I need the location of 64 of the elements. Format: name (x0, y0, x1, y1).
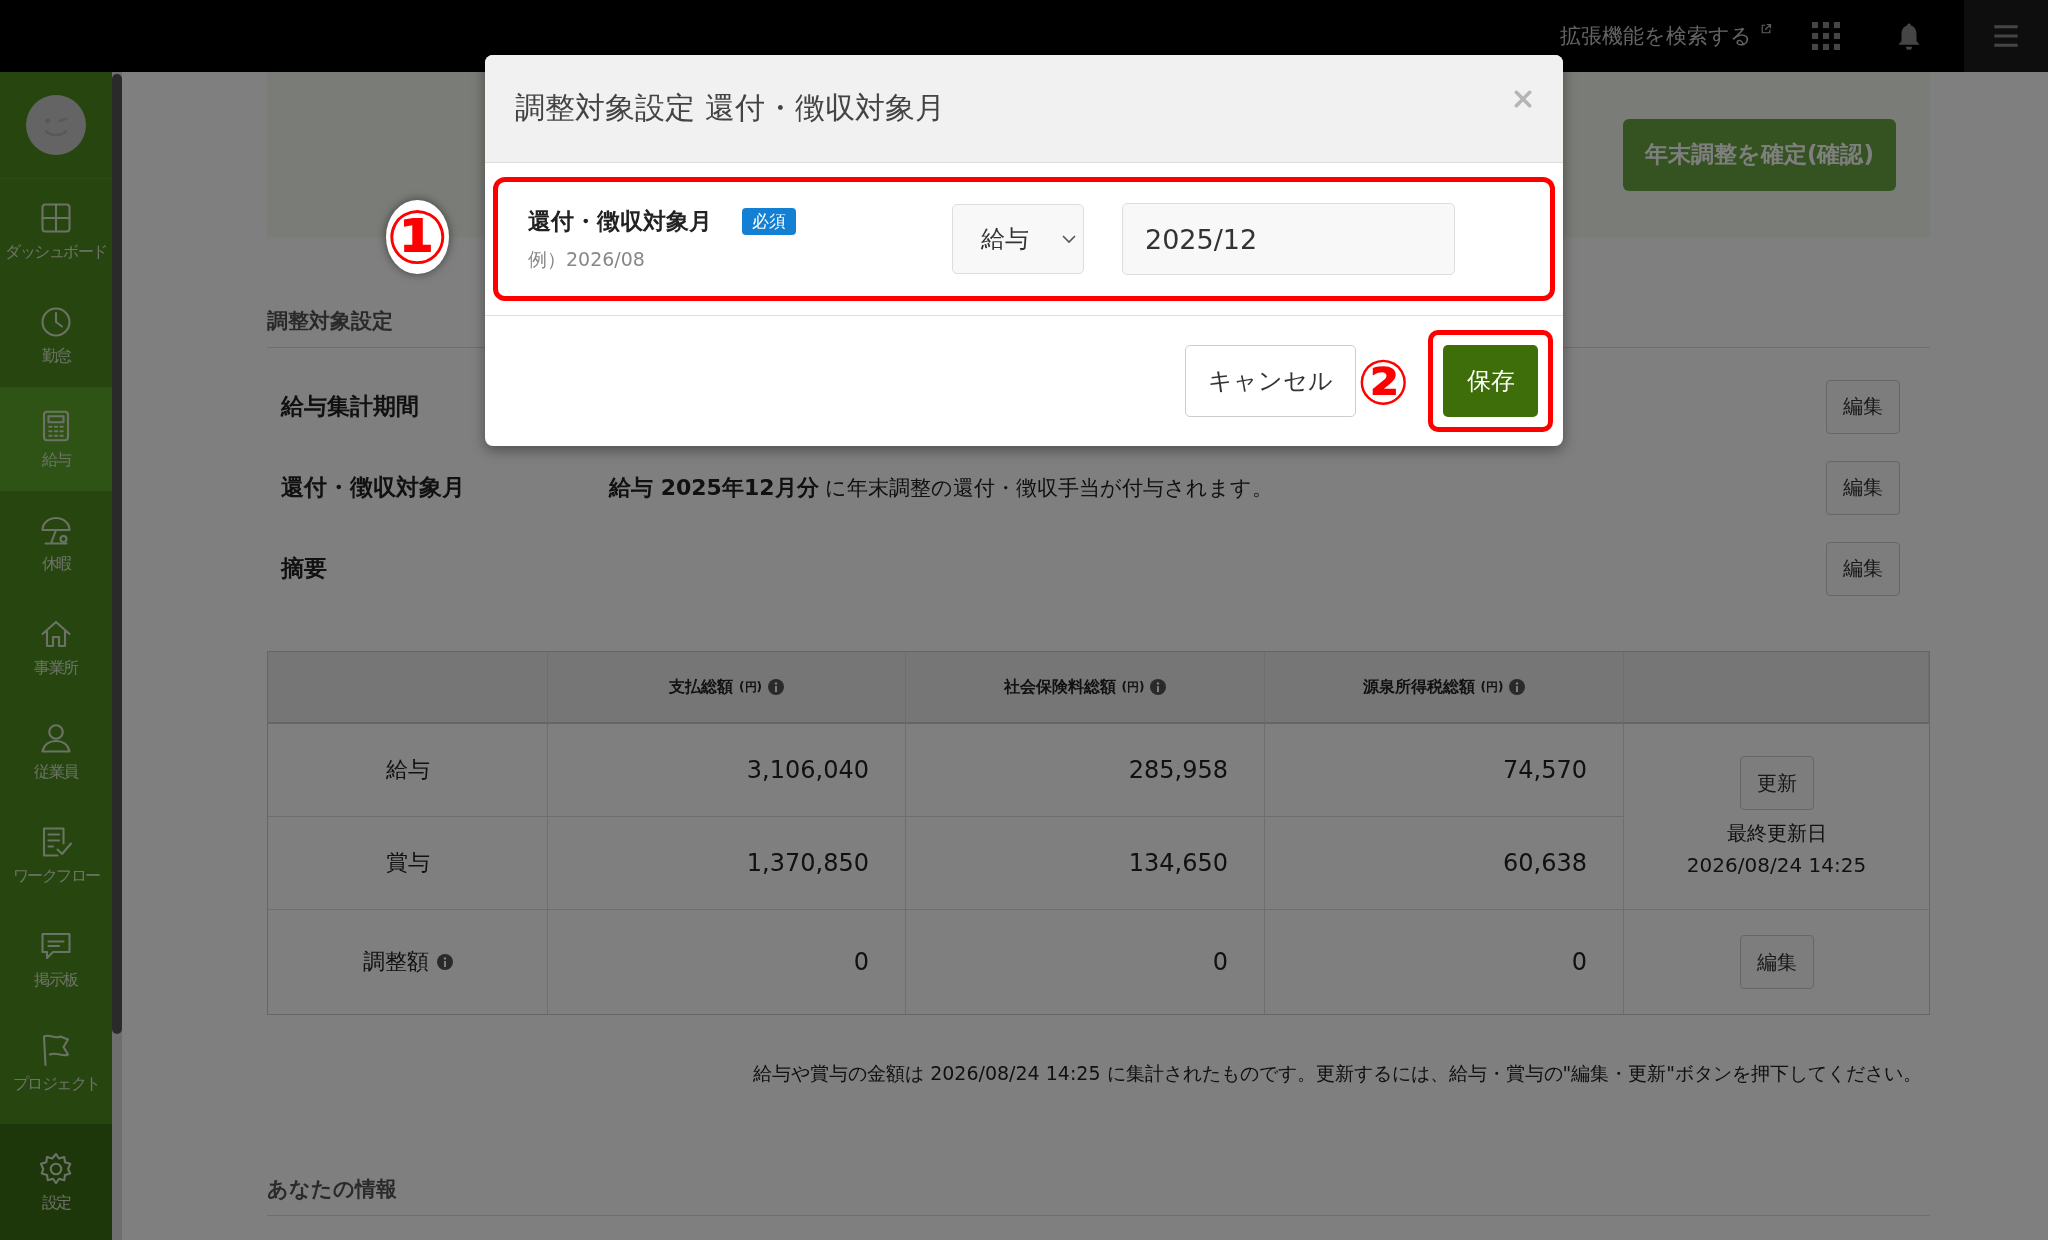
info-icon (436, 954, 453, 970)
edit-button[interactable]: 編集 (1826, 460, 1900, 515)
extension-search-link[interactable]: 拡張機能を検索する (1560, 22, 1752, 50)
edit-button[interactable]: 編集 (1826, 541, 1900, 596)
apps-grid-icon (1812, 22, 1840, 50)
row-label: 給与 (385, 756, 430, 784)
table-cell: 0 (548, 910, 906, 1014)
sidebar-item[interactable]: 休暇 (0, 491, 112, 595)
setting-label: 給与集計期間 (279, 392, 420, 421)
settings-icon (38, 1150, 74, 1187)
note-text: 給与や賞与の金額は 2026/08/24 14:25 に集計されたものです。更新するには、給与・賞与の"編集・更新"ボタンを押下してください。 (752, 1061, 1922, 1086)
modal-title: 調整対象設定 還付・徴収対象月 (515, 89, 945, 127)
table-cell: 285,958 (906, 724, 1265, 817)
column-header: 社会保険料総額 (1003, 676, 1116, 698)
sidebar-item[interactable]: プロジェクト (0, 1011, 112, 1115)
example-text: 例）2026/08 (528, 246, 646, 272)
settings-item[interactable]: 設定 (0, 1124, 112, 1240)
unit-label: (円) (739, 678, 762, 696)
sidebar-item[interactable]: 従業員 (0, 699, 112, 803)
setting-value: 給与 2025年12月分 に年末調整の還付・徴収手当が付与されます。 (609, 473, 1275, 502)
table-cell: 0 (906, 910, 1265, 1014)
cancel-button[interactable]: キャンセル (1185, 345, 1356, 417)
info-icon (1150, 679, 1167, 695)
table-cell: 3,106,040 (548, 724, 906, 817)
table-cell: 60,638 (1265, 817, 1624, 910)
column-header: 支払総額 (669, 676, 733, 698)
edit-button[interactable]: 編集 (1826, 379, 1900, 434)
scrollbar[interactable] (112, 74, 122, 1034)
setting-label: 還付・徴収対象月 (280, 473, 466, 502)
sidebar-item[interactable]: 掲示板 (0, 907, 112, 1011)
edit-button[interactable]: 編集 (1739, 935, 1814, 989)
info-icon (768, 679, 784, 695)
section-title: あなたの情報 (267, 1175, 1930, 1216)
unit-label: (円) (1121, 678, 1145, 696)
external-link-icon (1760, 23, 1772, 35)
sidebar-item[interactable]: 給与 (0, 387, 112, 491)
setting-label: 摘要 (279, 554, 328, 583)
update-button[interactable]: 更新 (1739, 756, 1814, 810)
last-updated-date: 2026/08/24 14:25 (1686, 853, 1867, 877)
table-cell: 0 (1265, 910, 1624, 1014)
field-label: 還付・徴収対象月 (528, 206, 712, 236)
sidebar-item[interactable]: ワークフロー (0, 803, 112, 907)
menu-icon (1991, 22, 2021, 50)
column-header: 源泉所得税総額 (1362, 676, 1475, 698)
sidebar-item[interactable]: 事業所 (0, 595, 112, 699)
step-marker: ① (386, 200, 449, 274)
table-cell: 1,370,850 (548, 817, 906, 910)
month-input[interactable]: 2025/12 (1122, 203, 1455, 275)
row-label: 調整額 (362, 948, 429, 976)
save-button[interactable]: 保存 (1443, 345, 1538, 417)
table-cell: 74,570 (1265, 724, 1624, 817)
table-cell: 134,650 (906, 817, 1265, 910)
sidebar-item[interactable]: ダッシュボード (0, 179, 112, 283)
row-label: 賞与 (385, 849, 430, 877)
unit-label: (円) (1480, 678, 1504, 696)
type-select[interactable]: 給与 (952, 204, 1084, 274)
avatar-icon (25, 94, 87, 156)
menu-button[interactable] (1964, 0, 2048, 72)
last-updated-label: 最終更新日 (1726, 820, 1827, 847)
info-icon (1509, 679, 1526, 695)
sidebar-item[interactable]: 勤怠 (0, 283, 112, 387)
required-badge: 必須 (742, 207, 796, 235)
close-icon (1513, 88, 1533, 109)
confirm-button[interactable]: 年末調整を確定(確認) (1622, 118, 1896, 191)
